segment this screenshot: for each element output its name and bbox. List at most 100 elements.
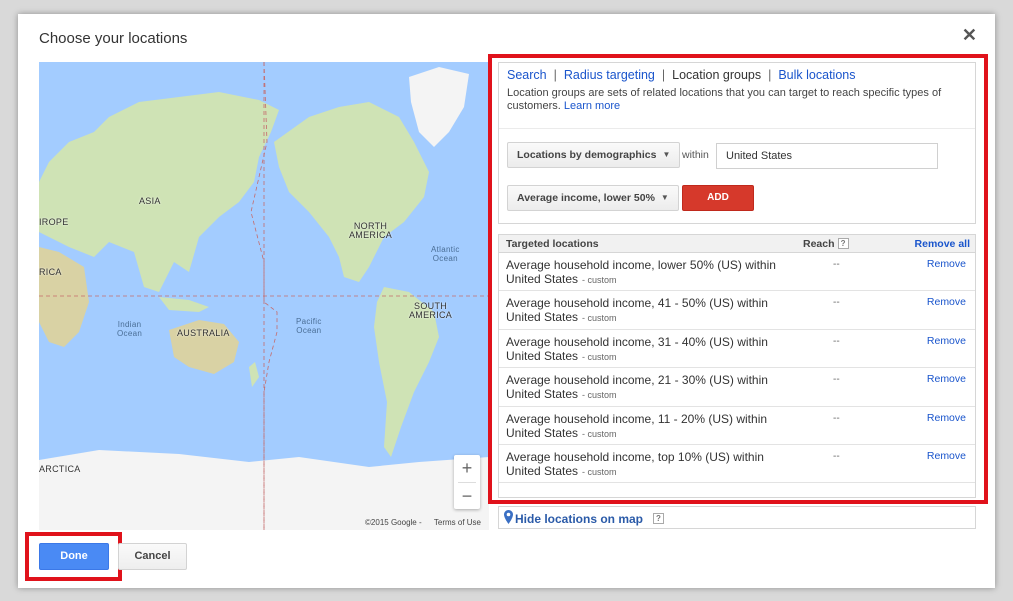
row-location-label: Average household income, 31 - 40% (US) … [506, 334, 768, 349]
table-row: Average household income, top 10% (US) w… [499, 445, 975, 484]
hide-locations-bar: Hide locations on map ? [498, 506, 976, 529]
zoom-out-button[interactable]: − [454, 483, 480, 510]
row-reach-value: -- [833, 450, 840, 462]
table-row: Average household income, 11 - 20% (US) … [499, 407, 975, 445]
nav-radius-link[interactable]: Radius targeting [564, 68, 655, 82]
world-map[interactable]: ASIA IROPE RICA NORTH AMERICA SOUTH AMER… [39, 62, 489, 530]
map-label-africa: RICA [39, 267, 62, 277]
row-location-name: Average household income, 21 - 30% (US) … [506, 373, 796, 402]
table-header: Targeted locations Reach? Remove all [499, 235, 975, 253]
income-value: Average income, lower 50% [517, 192, 655, 204]
land-greenland [409, 67, 469, 147]
within-label: within [682, 149, 709, 161]
group-type-value: Locations by demographics [517, 149, 657, 161]
nav-separator: | [661, 68, 666, 82]
land-north-america [274, 102, 429, 282]
zoom-in-button[interactable]: + [454, 455, 480, 482]
terms-link[interactable]: Terms of Use [434, 518, 481, 527]
panel-divider [499, 128, 975, 129]
row-reach-value: -- [833, 297, 840, 309]
row-remove-link[interactable]: Remove [927, 450, 966, 462]
row-location-label: Average household income, 11 - 20% (US) … [506, 411, 768, 426]
row-custom-tag: - custom [582, 313, 617, 324]
remove-all-link[interactable]: Remove all [915, 238, 970, 250]
col-header-reach-label: Reach [803, 238, 835, 250]
chevron-down-icon: ▼ [660, 193, 669, 203]
table-padding [499, 483, 975, 497]
nav-separator: | [768, 68, 772, 82]
table-row: Average household income, 41 - 50% (US) … [499, 291, 975, 330]
row-location-place: United States [506, 310, 579, 325]
col-header-locations: Targeted locations [506, 238, 599, 250]
row-location-name: Average household income, 11 - 20% (US) … [506, 412, 796, 441]
map-copyright: ©2015 Google - [365, 518, 422, 527]
help-icon[interactable]: ? [837, 238, 849, 249]
table-row: Average household income, lower 50% (US)… [499, 253, 975, 292]
row-location-place: United States [506, 272, 579, 286]
chevron-down-icon: ▼ [662, 150, 671, 160]
done-button[interactable]: Done [39, 543, 109, 570]
row-location-name: Average household income, 31 - 40% (US) … [506, 335, 796, 364]
col-header-reach: Reach? [803, 238, 849, 250]
row-custom-tag: - custom [582, 428, 617, 439]
table-row: Average household income, 31 - 40% (US) … [499, 330, 975, 369]
row-location-name: Average household income, top 10% (US) w… [506, 450, 796, 479]
row-location-label: Average household income, top 10% (US) w… [506, 449, 764, 464]
groups-description: Location groups are sets of related loca… [507, 87, 967, 113]
help-icon[interactable]: ? [653, 513, 664, 524]
map-label-europe: IROPE [39, 217, 69, 227]
map-label-pacific: Pacific Ocean [296, 317, 322, 335]
map-label-atlantic: Atlantic Ocean [431, 245, 460, 263]
land-africa [39, 247, 89, 347]
map-land-svg [39, 62, 489, 530]
row-location-place: United States [506, 387, 579, 402]
map-pin-icon [504, 510, 513, 524]
map-label-south-america: SOUTH AMERICA [409, 301, 453, 320]
row-location-place: United States [506, 348, 579, 363]
targeted-locations-table: Targeted locations Reach? Remove all Ave… [498, 234, 976, 499]
row-reach-value: -- [833, 259, 840, 270]
land-indonesia [159, 297, 209, 312]
map-label-antarctica: ARCTICA [39, 464, 81, 474]
row-remove-link[interactable]: Remove [927, 412, 966, 424]
row-remove-link[interactable]: Remove [927, 373, 966, 385]
targeting-nav: Search | Radius targeting | Location groups |… [507, 68, 855, 82]
map-label-asia: ASIA [139, 196, 161, 206]
group-type-dropdown[interactable]: Locations by demographics ▼ [507, 142, 681, 168]
income-dropdown[interactable]: Average income, lower 50% ▼ [507, 185, 679, 211]
row-remove-link[interactable]: Remove [927, 335, 966, 347]
row-location-name: Average household income, 41 - 50% (US) … [506, 296, 796, 325]
dialog-title: Choose your locations [39, 30, 188, 47]
learn-more-link[interactable]: Learn more [564, 100, 620, 112]
row-reach-value: -- [833, 412, 840, 424]
table-row: Average household income, 21 - 30% (US) … [499, 368, 975, 407]
row-reach-value: -- [833, 374, 840, 386]
map-footer: ©2015 Google - Terms of Use [39, 516, 489, 530]
map-label-australia: AUSTRALIA [177, 328, 230, 338]
location-dialog: Choose your locations ✕ ASIA IROPE RICA … [18, 14, 995, 588]
row-location-place: United States [506, 425, 579, 440]
close-icon[interactable]: ✕ [962, 25, 977, 46]
row-location-label: Average household income, 41 - 50% (US) … [506, 296, 768, 311]
row-custom-tag: - custom [582, 351, 617, 362]
map-label-indian: Indian Ocean [117, 320, 143, 338]
row-custom-tag: - custom [582, 275, 617, 285]
cancel-button[interactable]: Cancel [118, 543, 187, 570]
nav-bulk-link[interactable]: Bulk locations [778, 68, 855, 82]
nav-separator: | [553, 68, 557, 82]
nav-search-link[interactable]: Search [507, 68, 547, 82]
row-remove-link[interactable]: Remove [927, 258, 966, 270]
add-button[interactable]: ADD [682, 185, 754, 211]
hide-locations-link[interactable]: Hide locations on map [515, 512, 643, 526]
row-location-place: United States [506, 463, 579, 478]
row-location-name: Average household income, lower 50% (US)… [506, 258, 796, 287]
row-location-label: Average household income, lower 50% (US)… [506, 258, 776, 272]
row-location-label: Average household income, 21 - 30% (US) … [506, 373, 768, 388]
location-input[interactable]: United States [716, 143, 938, 169]
map-label-north-america: NORTH AMERICA [349, 221, 393, 240]
row-custom-tag: - custom [582, 390, 617, 401]
location-groups-panel: Search | Radius targeting | Location groups |… [498, 62, 976, 224]
row-remove-link[interactable]: Remove [927, 296, 966, 308]
zoom-control: + − [454, 455, 480, 509]
nav-groups-current: Location groups [672, 68, 762, 82]
